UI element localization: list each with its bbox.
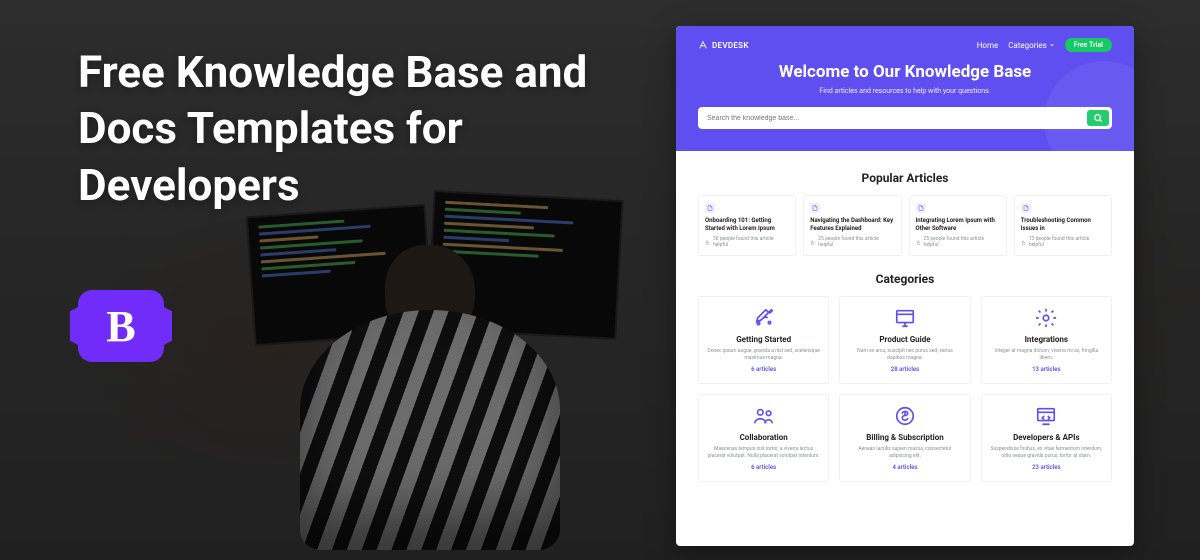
chevron-down-icon	[1049, 42, 1055, 48]
category-card[interactable]: Integrations Integer at magna dictum, vi…	[981, 296, 1112, 384]
category-icon	[894, 405, 916, 427]
category-desc: Donec ipsum augue, gravida a nisl sed, s…	[707, 348, 820, 361]
category-count: 13 articles	[990, 366, 1103, 373]
category-count: 6 articles	[707, 366, 820, 373]
category-desc: Integer at magna dictum, viverra mi ac, …	[990, 348, 1103, 361]
preview-brand-text: DEVDESK	[712, 41, 749, 50]
section-heading-categories: Categories	[698, 272, 1112, 286]
category-count: 28 articles	[848, 366, 961, 373]
nav-link-categories[interactable]: Categories	[1008, 41, 1054, 50]
article-title: Onboarding 101: Getting Started with Lor…	[705, 217, 789, 232]
preview-search-bar	[698, 107, 1112, 129]
category-card[interactable]: Product Guide Nam ex arcu, suscipit nec …	[839, 296, 970, 384]
search-icon	[1093, 113, 1103, 123]
category-icon	[1035, 405, 1057, 427]
category-title: Collaboration	[707, 433, 820, 442]
category-count: 23 articles	[990, 464, 1103, 471]
bootstrap-logo-icon: B	[78, 290, 164, 362]
preview-hero-subtitle: Find articles and resources to help with…	[698, 87, 1112, 95]
category-icon	[894, 307, 916, 329]
nav-link-home[interactable]: Home	[977, 41, 999, 50]
article-meta: 30 people found this article helpful	[705, 236, 789, 248]
category-count: 4 articles	[848, 464, 961, 471]
popular-article-card[interactable]: Troubleshooting Common Issues in 13 peop…	[1014, 195, 1112, 256]
document-icon	[705, 203, 715, 213]
category-title: Integrations	[990, 335, 1103, 344]
category-desc: Suspendisse finibus, ex vitae fermentum …	[990, 446, 1103, 459]
category-card[interactable]: Getting Started Donec ipsum augue, gravi…	[698, 296, 829, 384]
category-card[interactable]: Billing & Subscription Aenean iaculis sa…	[839, 394, 970, 482]
category-desc: Maecenas tempus nisl tortor, a viverra l…	[707, 446, 820, 459]
category-title: Developers & APIs	[990, 433, 1103, 442]
template-preview-panel: DEVDESK Home Categories Free Trial Welco…	[676, 26, 1134, 546]
article-title: Navigating the Dashboard: Key Features E…	[810, 217, 894, 232]
section-heading-popular: Popular Articles	[698, 171, 1112, 185]
preview-search-submit-button[interactable]	[1087, 110, 1109, 126]
page-headline: Free Knowledge Base and Docs Templates f…	[78, 44, 638, 213]
preview-brand[interactable]: DEVDESK	[698, 40, 749, 50]
popular-article-card[interactable]: Navigating the Dashboard: Key Features E…	[803, 195, 901, 256]
category-card[interactable]: Collaboration Maecenas tempus nisl torto…	[698, 394, 829, 482]
category-icon	[753, 307, 775, 329]
category-icon	[1035, 307, 1057, 329]
category-icon	[753, 405, 775, 427]
category-desc: Aenean iaculis sapien massa, consectetur…	[848, 446, 961, 459]
category-title: Getting Started	[707, 335, 820, 344]
document-icon	[1021, 203, 1031, 213]
preview-navbar: DEVDESK Home Categories Free Trial	[698, 38, 1112, 52]
document-icon	[916, 203, 926, 213]
category-desc: Nam ex arcu, suscipit nec purus sed, var…	[848, 348, 961, 361]
category-title: Product Guide	[848, 335, 961, 344]
nav-link-categories-label: Categories	[1008, 41, 1047, 50]
popular-article-card[interactable]: Onboarding 101: Getting Started with Lor…	[698, 195, 796, 256]
document-icon	[810, 203, 820, 213]
popular-article-card[interactable]: Integrating Lorem Ipsum with Other Softw…	[909, 195, 1007, 256]
article-title: Integrating Lorem Ipsum with Other Softw…	[916, 217, 1000, 232]
preview-search-input[interactable]	[701, 110, 1087, 126]
category-count: 6 articles	[707, 464, 820, 471]
cta-free-trial-button[interactable]: Free Trial	[1065, 38, 1112, 52]
article-meta: 25 people found this article helpful	[916, 236, 1000, 248]
category-card[interactable]: Developers & APIs Suspendisse finibus, e…	[981, 394, 1112, 482]
preview-hero-title: Welcome to Our Knowledge Base	[698, 62, 1112, 82]
preview-hero: DEVDESK Home Categories Free Trial Welco…	[676, 26, 1134, 151]
article-meta: 13 people found this article helpful	[1021, 236, 1105, 248]
article-title: Troubleshooting Common Issues in	[1021, 217, 1105, 232]
article-meta: 25 people found this article helpful	[810, 236, 894, 248]
category-title: Billing & Subscription	[848, 433, 961, 442]
